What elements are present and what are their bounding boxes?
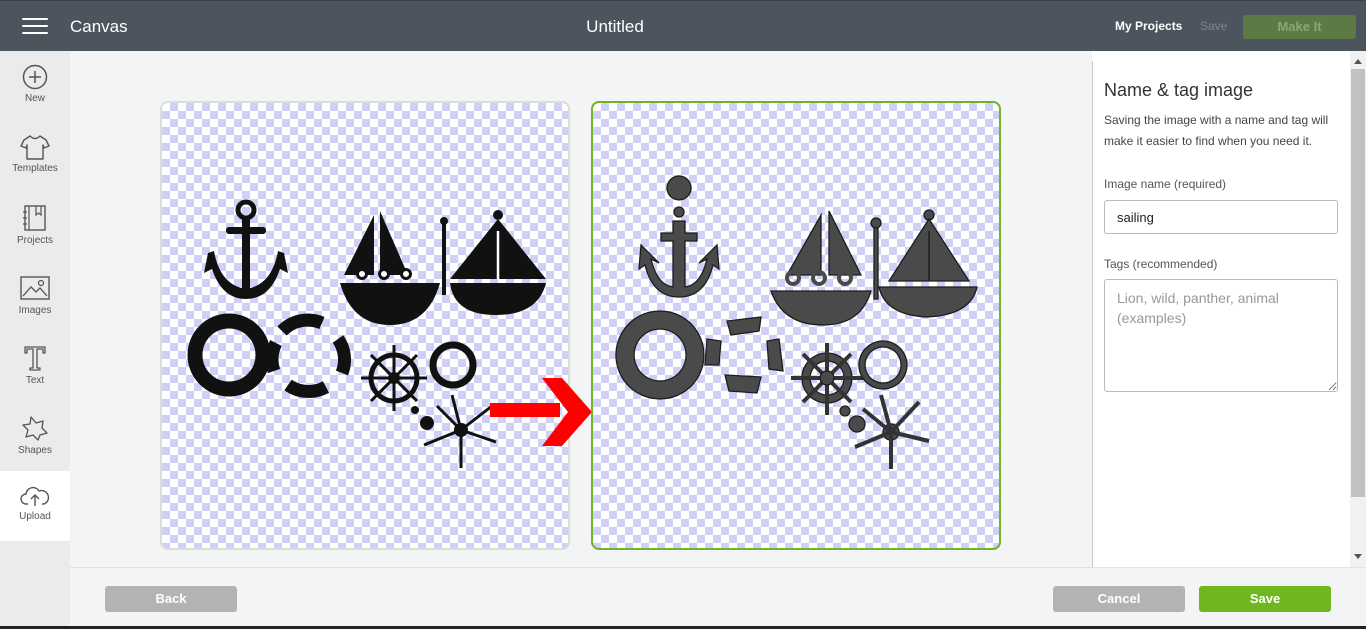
save-button[interactable]: Save <box>1199 586 1331 612</box>
ring-icon <box>429 341 477 389</box>
menu-icon[interactable] <box>22 18 48 36</box>
life-ring-icon <box>704 316 784 394</box>
main-workspace <box>70 51 1092 567</box>
sidebar-item-images[interactable]: Images <box>0 261 70 331</box>
image-name-input[interactable] <box>1104 200 1338 234</box>
sidebar-item-text[interactable]: Text <box>0 331 70 401</box>
sailboat-icon <box>450 210 546 315</box>
sidebar-item-upload[interactable]: Upload <box>0 471 70 541</box>
sidebar-item-label: Templates <box>12 163 58 174</box>
ship-wheel-icon <box>361 345 427 411</box>
sidebar-item-projects[interactable]: Projects <box>0 191 70 261</box>
sidebar-item-shapes[interactable]: Shapes <box>0 401 70 471</box>
panel-description: Saving the image with a name and tag wil… <box>1104 113 1329 148</box>
sidebar-item-templates[interactable]: Templates <box>0 121 70 191</box>
make-it-button[interactable]: Make It <box>1243 15 1356 39</box>
starburst-icon <box>423 394 497 468</box>
life-ring-icon <box>265 313 352 398</box>
ship-wheel-icon <box>791 343 863 415</box>
my-projects-link[interactable]: My Projects <box>1115 19 1182 33</box>
scroll-thumb[interactable] <box>1351 69 1365 497</box>
life-ring-icon <box>187 313 271 397</box>
anchor-icon <box>204 199 288 299</box>
tags-textarea[interactable] <box>1104 279 1338 392</box>
processed-image-preview <box>591 101 1001 550</box>
sidebar-item-label: Projects <box>16 235 54 246</box>
bottom-action-bar: Back Cancel Save <box>70 567 1366 629</box>
scroll-up-icon[interactable] <box>1354 59 1362 64</box>
sidebar-item-label: Upload <box>19 511 51 522</box>
cloud-upload-icon <box>20 486 50 506</box>
sailboat-icon <box>878 209 978 318</box>
left-sidebar: New Templates Projects Images Text Shape… <box>0 51 70 629</box>
vertical-scrollbar[interactable] <box>1350 51 1366 567</box>
image-name-label: Image name (required) <box>1104 177 1227 191</box>
arrow-right-icon <box>490 378 592 446</box>
original-image-preview <box>160 101 570 550</box>
top-bar: Canvas Untitled My Projects Save Make It <box>0 0 1366 51</box>
sidebar-item-new[interactable]: New <box>0 51 70 121</box>
sailing-clipart-processed <box>615 175 978 469</box>
ring-icon <box>858 340 908 390</box>
shapes-icon <box>22 416 48 441</box>
back-button[interactable]: Back <box>105 586 237 612</box>
life-ring-icon <box>615 310 705 400</box>
sailboat-icon <box>340 211 448 325</box>
notebook-icon <box>23 205 46 231</box>
anchor-icon <box>638 175 720 298</box>
tshirt-icon <box>20 135 50 160</box>
sidebar-item-label: Images <box>18 305 52 316</box>
name-tag-panel: Name & tag image Saving the image with a… <box>1092 61 1350 567</box>
starburst-icon <box>854 394 930 469</box>
plus-circle-icon <box>22 64 48 90</box>
sidebar-item-label: Text <box>25 375 45 386</box>
sidebar-item-label: Shapes <box>18 445 52 456</box>
app-title: Canvas <box>70 17 128 36</box>
sailing-clipart-original <box>187 199 546 468</box>
tags-label: Tags (recommended) <box>1104 257 1218 271</box>
text-icon <box>24 346 46 371</box>
cancel-button[interactable]: Cancel <box>1053 586 1185 612</box>
header-save-button[interactable]: Save <box>1200 19 1227 33</box>
sailboat-icon <box>770 210 882 326</box>
sidebar-item-label: New <box>24 93 45 104</box>
panel-title: Name & tag image <box>1104 80 1254 100</box>
scroll-down-icon[interactable] <box>1354 554 1362 559</box>
document-title: Untitled <box>586 17 644 36</box>
image-icon <box>20 276 50 300</box>
